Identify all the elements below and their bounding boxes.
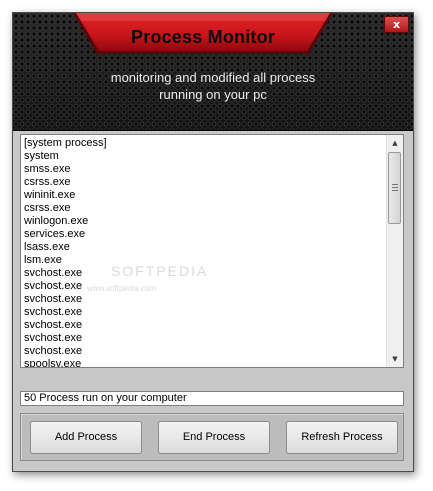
close-button[interactable]: x bbox=[384, 16, 409, 33]
process-list-items: [system process] system smss.exe csrss.e… bbox=[24, 137, 384, 367]
list-item[interactable]: [system process] bbox=[24, 137, 384, 150]
list-item[interactable]: spoolsv.exe bbox=[24, 358, 384, 367]
list-item[interactable]: lsm.exe bbox=[24, 254, 384, 267]
scroll-up-arrow-icon[interactable]: ▲ bbox=[387, 135, 403, 151]
end-process-button[interactable]: End Process bbox=[158, 421, 270, 454]
list-item[interactable]: winlogon.exe bbox=[24, 215, 384, 228]
list-item[interactable]: wininit.exe bbox=[24, 189, 384, 202]
scroll-down-arrow-icon[interactable]: ▼ bbox=[387, 351, 403, 367]
list-item[interactable]: csrss.exe bbox=[24, 176, 384, 189]
scroll-grip-icon bbox=[392, 184, 398, 191]
scroll-thumb[interactable] bbox=[388, 152, 401, 224]
list-item[interactable]: lsass.exe bbox=[24, 241, 384, 254]
list-item[interactable]: svchost.exe bbox=[24, 332, 384, 345]
list-item[interactable]: svchost.exe bbox=[24, 345, 384, 358]
list-item[interactable]: services.exe bbox=[24, 228, 384, 241]
list-item[interactable]: csrss.exe bbox=[24, 202, 384, 215]
list-item[interactable]: svchost.exe bbox=[24, 267, 384, 280]
add-process-button[interactable]: Add Process bbox=[30, 421, 142, 454]
list-item[interactable]: svchost.exe bbox=[24, 280, 384, 293]
app-title: Process Monitor bbox=[130, 27, 276, 47]
app-subtitle: monitoring and modified all process runn… bbox=[13, 69, 413, 103]
list-item[interactable]: svchost.exe bbox=[24, 293, 384, 306]
subtitle-line-1: monitoring and modified all process bbox=[110, 70, 316, 85]
button-panel: Add Process End Process Refresh Process bbox=[20, 413, 404, 461]
close-icon: x bbox=[392, 18, 401, 31]
header-panel: Process Monitor monitoring and modified … bbox=[13, 13, 413, 131]
list-item[interactable]: smss.exe bbox=[24, 163, 384, 176]
subtitle-line-2: running on your pc bbox=[159, 87, 267, 102]
refresh-process-button[interactable]: Refresh Process bbox=[286, 421, 398, 454]
list-item[interactable]: svchost.exe bbox=[24, 306, 384, 319]
process-monitor-window: Process Monitor monitoring and modified … bbox=[12, 12, 414, 472]
process-listbox[interactable]: [system process] system smss.exe csrss.e… bbox=[20, 134, 404, 368]
list-scrollbar[interactable]: ▲ ▼ bbox=[386, 135, 403, 367]
process-count-status: 50 Process run on your computer bbox=[20, 391, 404, 406]
list-item[interactable]: svchost.exe bbox=[24, 319, 384, 332]
list-item[interactable]: system bbox=[24, 150, 384, 163]
